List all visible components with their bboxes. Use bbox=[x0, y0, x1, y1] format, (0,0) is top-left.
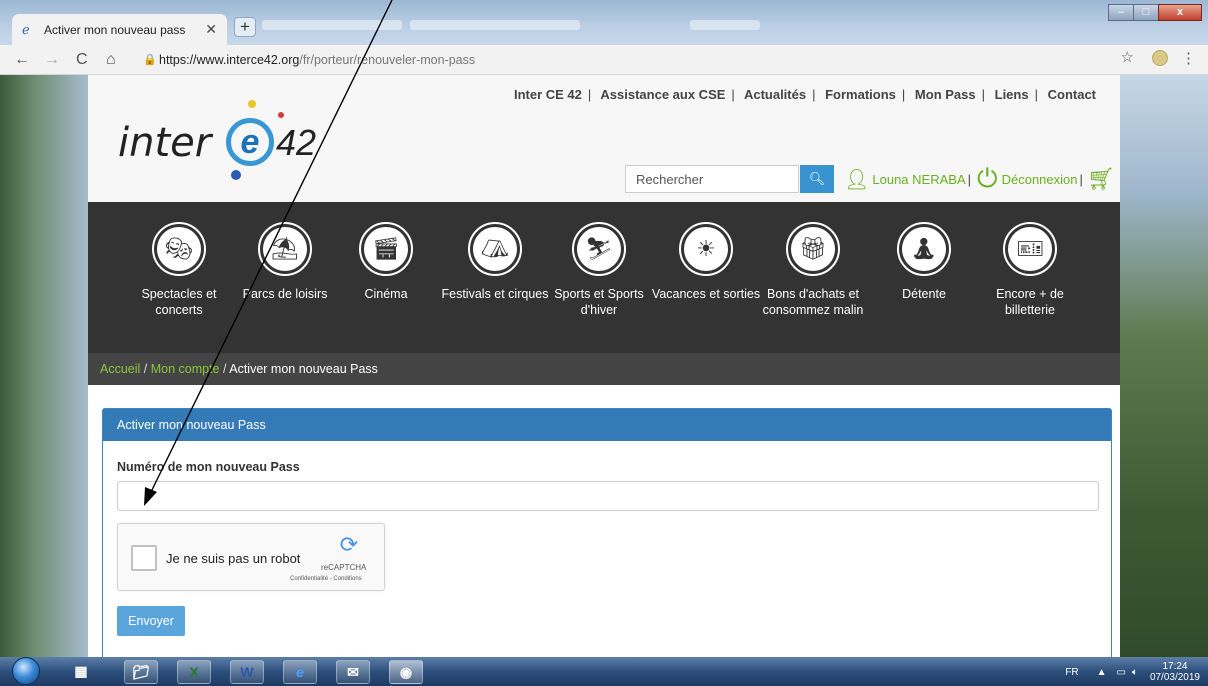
panel-title: Activer mon nouveau Pass bbox=[103, 409, 1111, 441]
cart-icon[interactable]: 🛒︎ bbox=[1087, 166, 1115, 192]
maximize-icon[interactable]: □ bbox=[1133, 4, 1159, 21]
background-window-title bbox=[262, 20, 402, 30]
captcha-terms[interactable]: Confidentialité - Conditions bbox=[290, 576, 362, 582]
menu-kebab-icon[interactable]: ⋮ bbox=[1181, 49, 1196, 67]
user-icon: 👤︎ bbox=[844, 168, 870, 191]
website: inter e 42 Inter CE 42 | Assistance aux C… bbox=[88, 75, 1120, 668]
language-indicator[interactable]: FR bbox=[1065, 667, 1078, 678]
new-tab-button[interactable]: + bbox=[234, 17, 256, 37]
clapperboard-icon: 🎬︎ bbox=[364, 227, 408, 271]
close-window-icon[interactable]: x bbox=[1158, 4, 1202, 21]
tray-arrow-icon[interactable]: ▲ bbox=[1097, 667, 1107, 678]
breadcrumb: Accueil / Mon compte / Activer mon nouve… bbox=[88, 353, 1120, 385]
logout-link[interactable]: Déconnexion bbox=[1002, 172, 1078, 187]
internet-explorer-icon[interactable]: e bbox=[283, 660, 317, 684]
search-icon: 🔍︎ bbox=[808, 171, 826, 186]
clock[interactable]: 17:24 07/03/2019 bbox=[1150, 661, 1200, 683]
beach-chair-icon: ☀︎ bbox=[684, 227, 728, 271]
skier-icon: ⛷︎ bbox=[577, 227, 621, 271]
network-icon[interactable]: ▭ bbox=[1116, 667, 1125, 678]
ticket-icon: 🎫︎ bbox=[1008, 227, 1052, 271]
windows-taskbar: ▦ 📁︎ X W e ✉ ◉ FR ▲ ▭ 🔈︎ 17:24 07/03/201… bbox=[0, 657, 1208, 686]
url-field[interactable]: 🔒 https://www.interce42.org/fr/porteur/r… bbox=[135, 49, 1205, 71]
nav-contact[interactable]: Contact bbox=[1048, 87, 1096, 102]
system-tray: FR ▲ ▭ 🔈︎ 17:24 07/03/2019 bbox=[1065, 661, 1200, 683]
category-vacances[interactable]: ☀︎ Vacances et sorties bbox=[651, 222, 761, 302]
address-bar: ← → C ⌂ 🔒 https://www.interce42.org/fr/p… bbox=[0, 45, 1208, 75]
windows-orb-icon bbox=[12, 657, 40, 685]
chrome-icon[interactable]: ◉ bbox=[389, 660, 423, 684]
lock-icon: 🔒 bbox=[143, 54, 157, 66]
home-icon[interactable]: ⌂ bbox=[106, 51, 116, 69]
category-festivals[interactable]: ⛺︎ Festivals et cirques bbox=[440, 222, 550, 302]
user-bar: 👤︎ Louna NERABA | ⏻ Déconnexion | 🛒︎ bbox=[844, 163, 1115, 195]
ie-favicon-icon: ℯ bbox=[22, 21, 30, 37]
extension-icon[interactable] bbox=[1152, 50, 1168, 66]
background-right-trees bbox=[1120, 75, 1208, 657]
category-cinema[interactable]: 🎬︎ Cinéma bbox=[331, 222, 441, 302]
back-arrow-icon[interactable]: ← bbox=[14, 51, 30, 69]
category-bons-achats[interactable]: 🎁︎ Bons d'achats et consommez malin bbox=[758, 222, 868, 318]
start-button[interactable] bbox=[6, 657, 46, 686]
category-spectacles[interactable]: 🎭︎ Spectacles et concerts bbox=[124, 222, 234, 318]
calculator-icon[interactable]: ▦ bbox=[68, 660, 94, 684]
captcha-checkbox[interactable] bbox=[131, 545, 157, 571]
meditation-icon: 🧘︎ bbox=[902, 227, 946, 271]
pass-number-label: Numéro de mon nouveau Pass bbox=[117, 460, 300, 474]
nav-mon-pass[interactable]: Mon Pass bbox=[915, 87, 976, 102]
word-icon[interactable]: W bbox=[230, 660, 264, 684]
category-sports[interactable]: ⛷︎ Sports et Sports d'hiver bbox=[544, 222, 654, 318]
power-icon[interactable]: ⏻ bbox=[977, 163, 998, 195]
volume-icon[interactable]: 🔈︎ bbox=[1132, 667, 1138, 678]
activate-pass-panel: Activer mon nouveau Pass Numéro de mon n… bbox=[102, 408, 1112, 668]
window-controls: – □ x bbox=[1108, 4, 1202, 21]
category-detente[interactable]: 🧘︎ Détente bbox=[869, 222, 979, 302]
outlook-icon[interactable]: ✉ bbox=[336, 660, 370, 684]
search-input[interactable]: Rechercher bbox=[625, 165, 799, 193]
tab-title: Activer mon nouveau pass bbox=[44, 22, 186, 37]
nav-inter-ce-42[interactable]: Inter CE 42 bbox=[514, 87, 582, 102]
gift-icon: 🎁︎ bbox=[791, 227, 835, 271]
category-billetterie[interactable]: 🎫︎ Encore + de billetterie bbox=[975, 222, 1085, 318]
url-text: https://www.interce42.org/fr/porteur/ren… bbox=[159, 53, 476, 67]
close-tab-icon[interactable]: ✕ bbox=[205, 21, 217, 38]
nav-actualites[interactable]: Actualités bbox=[744, 87, 806, 102]
captcha-text: Je ne suis pas un robot bbox=[166, 551, 301, 566]
excel-icon[interactable]: X bbox=[177, 660, 211, 684]
file-explorer-icon[interactable]: 📁︎ bbox=[124, 660, 158, 684]
captcha-brand: reCAPTCHA bbox=[321, 563, 367, 572]
recaptcha-widget: Je ne suis pas un robot ⟳ reCAPTCHA Conf… bbox=[117, 523, 385, 591]
browser-tab[interactable]: ℯ Activer mon nouveau pass ✕ bbox=[12, 14, 227, 45]
submit-button[interactable]: Envoyer bbox=[117, 606, 185, 636]
site-header: inter e 42 Inter CE 42 | Assistance aux C… bbox=[88, 75, 1120, 202]
reload-icon[interactable]: C bbox=[76, 51, 88, 69]
background-window-title bbox=[410, 20, 580, 30]
nav-assistance-cse[interactable]: Assistance aux CSE bbox=[600, 87, 725, 102]
recaptcha-logo-icon: ⟳ bbox=[339, 532, 359, 557]
forward-arrow-icon[interactable]: → bbox=[44, 51, 60, 69]
background-left-trees bbox=[0, 75, 88, 657]
top-navigation: Inter CE 42 | Assistance aux CSE | Actuali… bbox=[513, 87, 1096, 102]
minimize-icon[interactable]: – bbox=[1108, 4, 1134, 21]
user-name-link[interactable]: Louna NERABA bbox=[872, 172, 965, 187]
search-button[interactable]: 🔍︎ bbox=[800, 165, 834, 193]
nav-formations[interactable]: Formations bbox=[825, 87, 896, 102]
background-window-title bbox=[690, 20, 760, 30]
breadcrumb-current: Activer mon nouveau Pass bbox=[229, 362, 378, 376]
circus-tent-icon: ⛺︎ bbox=[473, 227, 517, 271]
browser-tab-bar: ℯ Activer mon nouveau pass ✕ + – □ x bbox=[0, 0, 1208, 45]
parasol-icon: ⛱︎ bbox=[263, 227, 307, 271]
category-navigation: 🎭︎ Spectacles et concerts ⛱︎ Parcs de lo… bbox=[88, 202, 1120, 353]
site-logo[interactable]: inter e 42 bbox=[118, 100, 368, 190]
breadcrumb-account[interactable]: Mon compte bbox=[151, 362, 220, 376]
theater-icon: 🎭︎ bbox=[157, 227, 201, 271]
breadcrumb-home[interactable]: Accueil bbox=[100, 362, 140, 376]
nav-liens[interactable]: Liens bbox=[995, 87, 1029, 102]
category-parcs[interactable]: ⛱︎ Parcs de loisirs bbox=[230, 222, 340, 302]
pass-number-input[interactable] bbox=[117, 481, 1099, 511]
bookmark-star-icon[interactable]: ☆ bbox=[1121, 48, 1134, 66]
